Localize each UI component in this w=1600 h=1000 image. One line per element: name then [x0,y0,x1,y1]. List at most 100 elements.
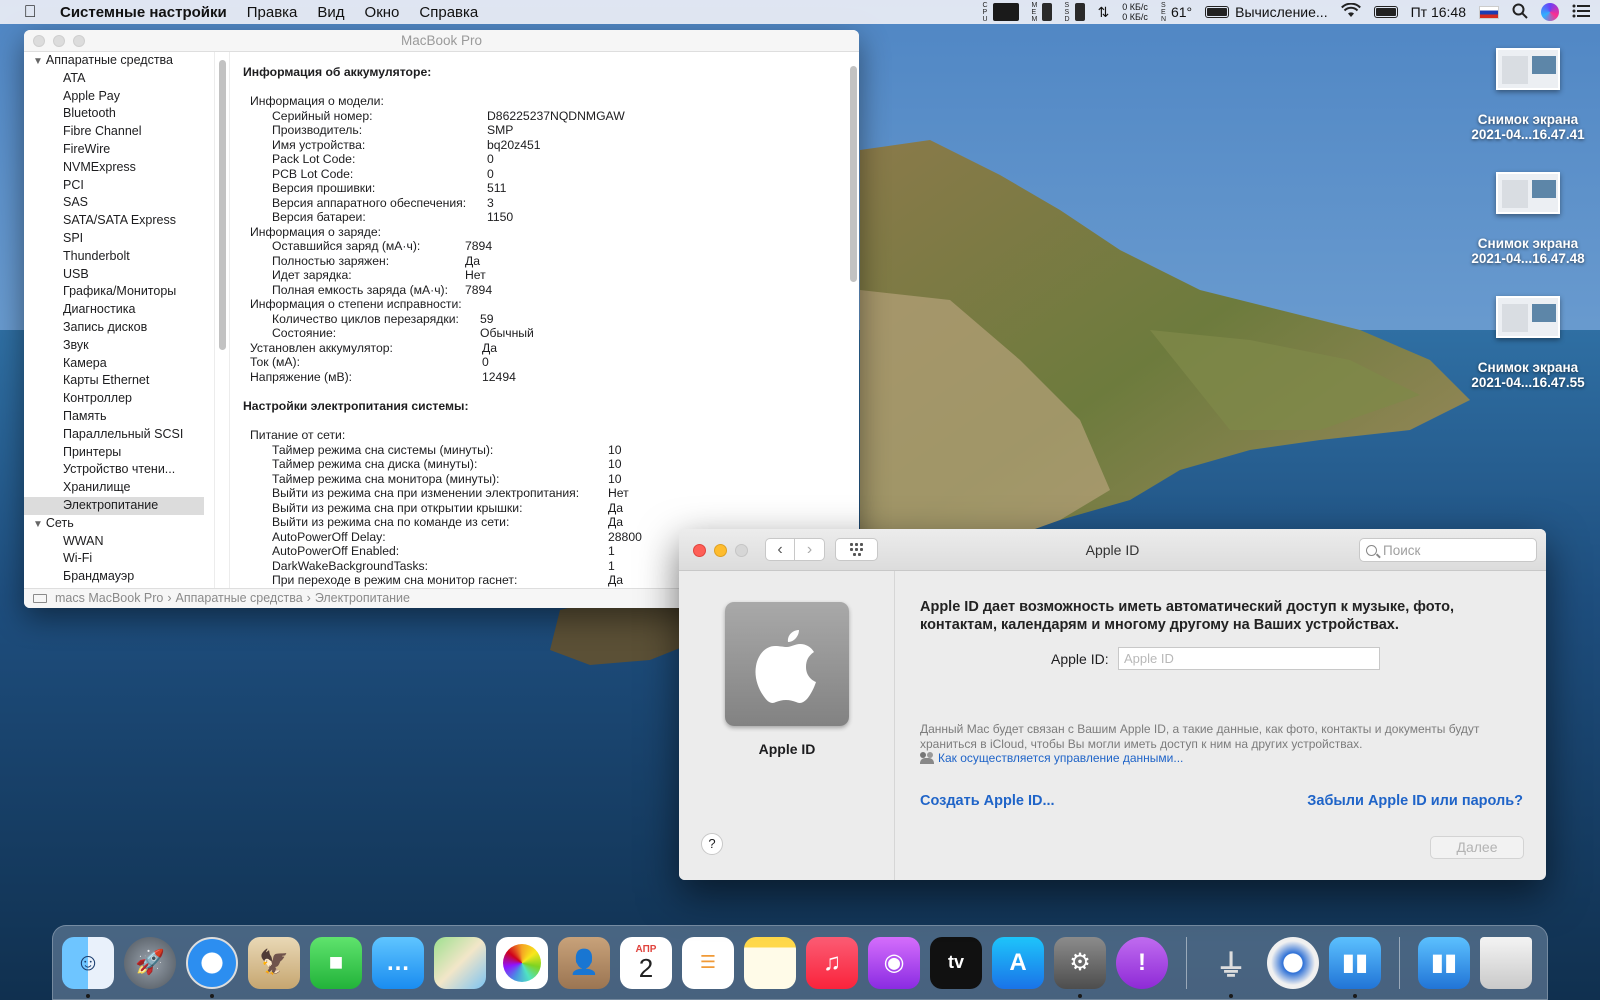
show-all-grid-button[interactable] [835,538,878,561]
dock-mail[interactable]: 🦅 [248,936,300,989]
sidebar-item[interactable]: SPI [24,230,204,248]
dock-music[interactable]: ♫ [806,936,858,989]
battery-menu[interactable]: Вычисление... [1205,4,1328,20]
menu-app-name[interactable]: Системные настройки [60,4,227,21]
dock-downloads-folder[interactable]: ▮▮ [1418,936,1470,989]
sidebar-item[interactable]: FireWire [24,141,204,159]
sidebar-item[interactable]: PCI [24,177,204,195]
search-field[interactable]: Поиск [1359,538,1537,562]
detail-scrollbar[interactable] [847,52,859,592]
sidebar-item[interactable]: Параллельный SCSI [24,426,204,444]
apple-id-input[interactable] [1118,647,1380,670]
dock-app-store[interactable]: A [992,936,1044,989]
minimize-button[interactable] [714,544,727,557]
sidebar-item[interactable]: Хранилище [24,479,204,497]
sidebar-item[interactable]: Принтеры [24,444,204,462]
menu-view[interactable]: Вид [317,4,344,21]
sidebar-item[interactable]: WWAN [24,533,204,551]
close-button[interactable] [33,35,45,47]
zoom-button[interactable] [73,35,85,47]
zoom-button[interactable] [735,544,748,557]
sidebar-item[interactable]: Запись дисков [24,319,204,337]
scroll-thumb[interactable] [850,66,857,282]
siri-icon[interactable] [1541,3,1559,21]
sidebar-item[interactable]: SATA/SATA Express [24,212,204,230]
dock-messages[interactable]: … [372,936,424,989]
wifi-icon[interactable] [1340,2,1361,21]
dock-istat-menus[interactable]: ▮▮ [1329,936,1381,998]
sidebar-item[interactable]: Контроллер [24,390,204,408]
dock-feedback-assistant[interactable]: ! [1116,936,1168,989]
sidebar-item[interactable]: Карты Ethernet [24,372,204,390]
sidebar-item[interactable]: Брандмауэр [24,568,204,586]
apple-menu-icon[interactable]:  [0,2,60,22]
dock-maps[interactable] [434,936,486,989]
dock-launchpad[interactable]: 🚀 [124,936,176,989]
sidebar-item[interactable]: Графика/Мониторы [24,283,204,301]
path-item-computer[interactable]: macs MacBook Pro [55,589,163,608]
notification-center-icon[interactable] [1572,4,1590,21]
ssd-meter[interactable]: SSD [1065,2,1085,23]
next-button[interactable]: Далее [1430,836,1524,859]
sidebar-item[interactable]: Камера [24,355,204,373]
memory-meter[interactable]: MEM [1032,2,1052,23]
create-apple-id-link[interactable]: Создать Apple ID... [920,793,1055,809]
path-item-power[interactable]: Электропитание [315,589,410,608]
sidebar-item[interactable]: Диагностика [24,301,204,319]
cpu-meter[interactable]: CPU [983,2,1019,23]
sidebar-item[interactable]: NVMExpress [24,159,204,177]
sidebar-item[interactable]: USB [24,266,204,284]
path-item-hardware[interactable]: Аппаратные средства [176,589,303,608]
menu-window[interactable]: Окно [365,4,400,21]
sidebar-item[interactable]: Thunderbolt [24,248,204,266]
disclosure-triangle-icon[interactable]: ▼ [33,53,43,71]
dock-facetime[interactable]: ■ [310,936,362,989]
dock-notes[interactable] [744,936,796,989]
disclosure-triangle-icon[interactable]: ▼ [33,516,43,534]
dock-reminders[interactable]: ☰ [682,936,734,989]
network-meter[interactable]: 0 КБ/с 0 КБ/с [1122,2,1148,22]
dock-apple-tv[interactable]: tv [930,936,982,989]
prefs-toolbar[interactable]: Apple ID ‹ › Поиск [679,529,1546,571]
dock-finder[interactable]: ☺ [62,936,114,998]
sidebar-item[interactable]: Bluetooth [24,105,204,123]
sidebar-group-network[interactable]: ▼ Сеть [24,515,204,533]
minimize-button[interactable] [53,35,65,47]
dock-contacts[interactable]: 👤 [558,936,610,989]
sidebar-item[interactable]: Apple Pay [24,88,204,106]
desktop-screenshot-file[interactable]: Снимок экрана 2021-04...16.47.55 [1458,296,1598,390]
dock-podcasts[interactable]: ◉ [868,936,920,989]
sidebar-item[interactable]: ATA [24,70,204,88]
desktop-screenshot-file[interactable]: Снимок экрана 2021-04...16.47.41 [1458,48,1598,142]
dock-system-information[interactable]: ⏚ [1205,937,1257,998]
battery-status-icon[interactable] [1373,6,1398,18]
menu-help[interactable]: Справка [419,4,478,21]
dock-system-preferences[interactable]: ⚙ [1054,936,1106,998]
forward-button[interactable]: › [795,538,825,561]
sysinfo-titlebar[interactable]: MacBook Pro [24,30,859,52]
dock-safari[interactable] [186,936,238,998]
spotlight-search-icon[interactable] [1512,3,1528,22]
sidebar-item[interactable]: SAS [24,194,204,212]
sidebar-item[interactable]: Звук [24,337,204,355]
dock-photos[interactable] [496,936,548,989]
sidebar-scrollbar[interactable] [214,52,230,592]
sidebar-item[interactable]: Электропитание [24,496,204,515]
scroll-thumb[interactable] [219,60,226,350]
menu-clock[interactable]: Пт 16:48 [1411,4,1466,20]
apple-id-tile[interactable] [725,602,849,726]
forgot-apple-id-link[interactable]: Забыли Apple ID или пароль? [1307,793,1523,809]
sidebar-group-hardware[interactable]: ▼ Аппаратные средства [24,52,204,70]
data-management-link[interactable]: Как осуществляется управление данными... [920,751,1183,765]
close-button[interactable] [693,544,706,557]
sidebar-item[interactable]: Память [24,408,204,426]
desktop-screenshot-file[interactable]: Снимок экрана 2021-04...16.47.48 [1458,172,1598,266]
back-button[interactable]: ‹ [765,538,795,561]
dock-calendar[interactable]: АПР 2 [620,936,672,989]
menu-edit[interactable]: Правка [247,4,298,21]
dock-disk-utility[interactable] [1267,936,1319,989]
input-source-flag-icon[interactable] [1479,5,1499,19]
sidebar-item[interactable]: Fibre Channel [24,123,204,141]
sidebar-item[interactable]: Wi-Fi [24,550,204,568]
sensor-meter[interactable]: SEN 61° [1161,2,1192,23]
